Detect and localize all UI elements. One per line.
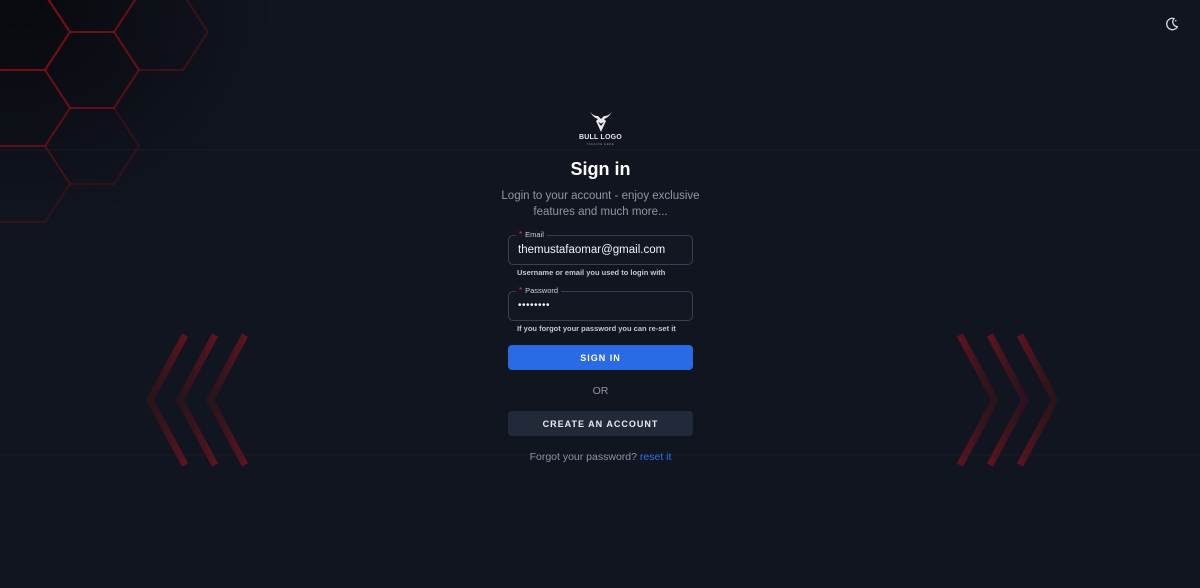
moon-icon bbox=[1166, 17, 1179, 31]
password-label: * Password bbox=[516, 286, 562, 296]
logo-text: BULL LOGO bbox=[579, 134, 622, 141]
theme-toggle-button[interactable] bbox=[1162, 14, 1182, 34]
bull-head-icon bbox=[589, 111, 612, 132]
email-helper-text: Username or email you used to login with bbox=[517, 268, 666, 277]
create-account-button[interactable]: CREATE AN ACCOUNT bbox=[508, 411, 693, 436]
email-label: * Email bbox=[516, 230, 547, 240]
password-label-text: Password bbox=[525, 286, 559, 295]
or-divider: OR bbox=[592, 385, 609, 397]
logo-subtext: TAGLINE HERE bbox=[586, 142, 615, 146]
page-title: Sign in bbox=[570, 159, 631, 179]
sign-in-button[interactable]: SIGN IN bbox=[508, 345, 693, 370]
page-subtitle: Login to your account - enjoy exclusive … bbox=[501, 190, 700, 218]
brand-logo: BULL LOGO TAGLINE HERE bbox=[579, 110, 622, 146]
forgot-password-prompt: Forgot your password? bbox=[529, 451, 637, 463]
required-marker: * bbox=[519, 286, 523, 295]
email-input-value[interactable]: themustafaomar@gmail.com bbox=[518, 243, 665, 257]
email-field[interactable]: * Email themustafaomar@gmail.com bbox=[508, 230, 693, 265]
forgot-password-text: Forgot your password? reset it bbox=[530, 450, 672, 464]
required-marker: * bbox=[519, 230, 523, 239]
sign-in-card: BULL LOGO TAGLINE HERE Sign in Login to … bbox=[501, 110, 700, 464]
password-field[interactable]: * Password •••••••• bbox=[508, 286, 693, 321]
password-input-value[interactable]: •••••••• bbox=[518, 299, 550, 313]
email-label-text: Email bbox=[525, 230, 544, 239]
password-helper-text: If you forgot your password you can re-s… bbox=[517, 324, 676, 333]
reset-password-link[interactable]: reset it bbox=[640, 451, 672, 463]
